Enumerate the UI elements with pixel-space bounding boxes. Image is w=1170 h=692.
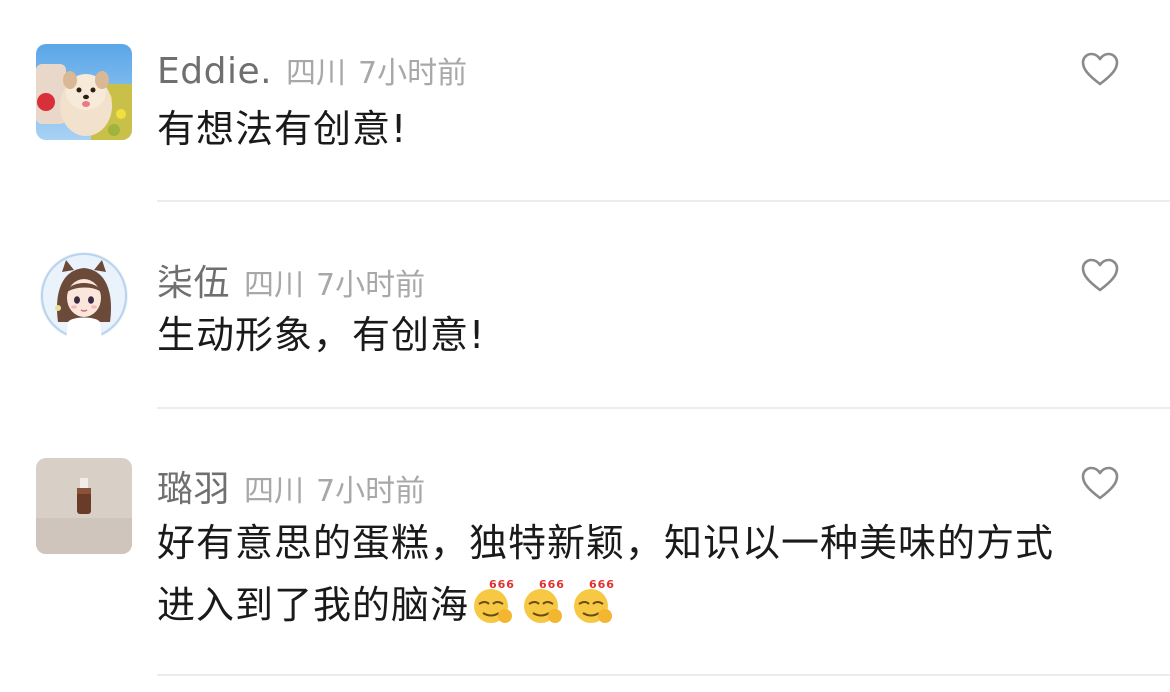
- divider: [157, 200, 1170, 202]
- emoji-label: 666: [589, 578, 615, 591]
- timestamp: 7小时前: [316, 268, 426, 303]
- location-label: 四川: [286, 56, 347, 91]
- emoji-label: 666: [539, 578, 565, 591]
- emoji-label: 666: [489, 578, 515, 591]
- emoji-666-icon: 666: [569, 578, 617, 626]
- divider: [157, 407, 1170, 409]
- anime-girl-illustration: [40, 252, 128, 340]
- heart-outline-icon: [1081, 52, 1119, 86]
- comment-text: 生动形象，有创意!: [157, 313, 486, 357]
- like-button[interactable]: [1080, 50, 1120, 90]
- like-button[interactable]: [1080, 256, 1120, 296]
- username[interactable]: 柒伍: [157, 254, 230, 306]
- comment-text: 好有意思的蛋糕，独特新颖，知识以一种美味的方式进入到了我的脑海 666 666: [157, 512, 1077, 636]
- emoji-666-icon: 666: [519, 578, 567, 626]
- avatar[interactable]: [36, 458, 132, 554]
- username[interactable]: 璐羽: [157, 460, 230, 512]
- comment-text: 有想法有创意!: [157, 107, 408, 151]
- avatar[interactable]: [40, 252, 128, 340]
- comment-meta: 璐羽 四川 7小时前: [157, 460, 425, 510]
- bottle-photo: [36, 458, 132, 554]
- comment-meta: Eddie. 四川 7小时前: [157, 48, 467, 94]
- timestamp: 7小时前: [358, 56, 468, 91]
- like-button[interactable]: [1080, 464, 1120, 504]
- emoji-666-icon: 666: [469, 578, 517, 626]
- heart-outline-icon: [1081, 466, 1119, 500]
- avatar[interactable]: [36, 44, 132, 140]
- divider: [157, 674, 1170, 676]
- comment-meta: 柒伍 四川 7小时前: [157, 254, 425, 304]
- timestamp: 7小时前: [316, 474, 426, 509]
- heart-outline-icon: [1081, 258, 1119, 292]
- location-label: 四川: [244, 268, 305, 303]
- puppy-photo: [36, 44, 132, 140]
- location-label: 四川: [244, 474, 305, 509]
- username[interactable]: Eddie.: [157, 51, 272, 92]
